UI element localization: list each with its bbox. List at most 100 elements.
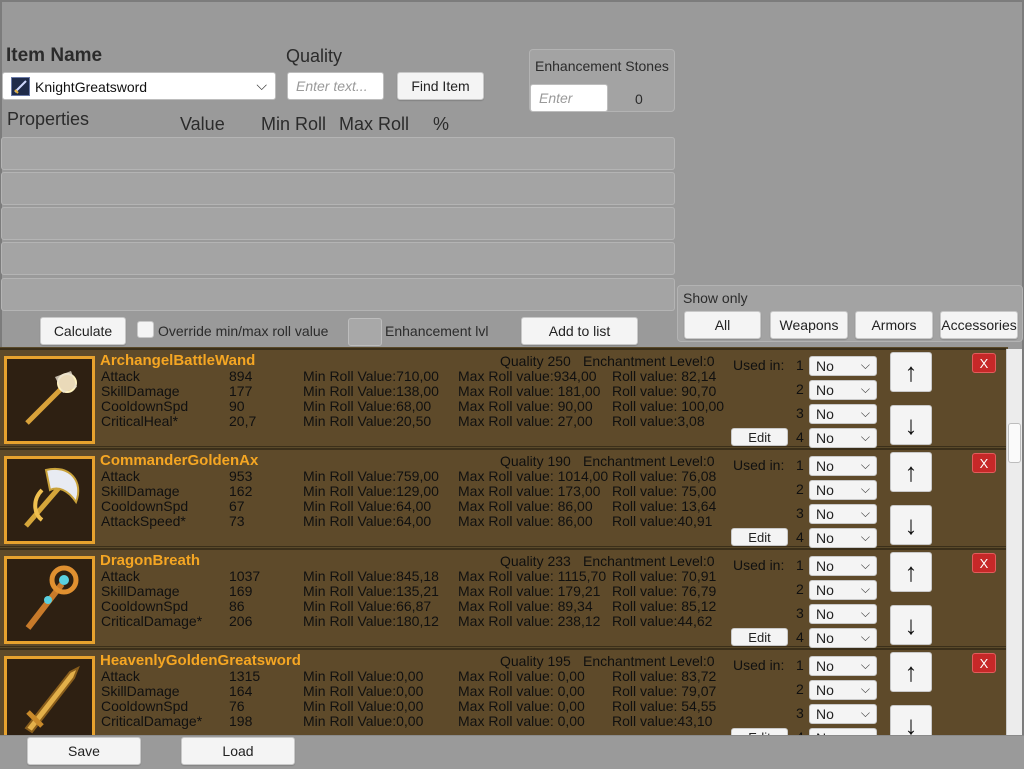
item-enchantment: Enchantment Level:0: [583, 453, 715, 469]
property-row[interactable]: [1, 207, 675, 240]
edit-button[interactable]: Edit: [731, 628, 788, 646]
slot-dropdown-value: No: [816, 606, 834, 622]
used-in-label: Used in:: [733, 557, 785, 573]
move-up-button[interactable]: ↑: [890, 452, 932, 492]
slot-dropdown[interactable]: No⌵: [809, 356, 877, 376]
edit-button[interactable]: Edit: [731, 428, 788, 446]
scrollbar-thumb[interactable]: [1008, 423, 1021, 463]
move-up-button[interactable]: ↑: [890, 652, 932, 692]
move-up-button[interactable]: ↑: [890, 352, 932, 392]
remove-item-button[interactable]: X: [972, 453, 996, 473]
slot-dropdown-value: No: [816, 558, 834, 574]
stat-name: CooldownSpd: [101, 498, 189, 514]
chevron-down-icon: ⌵: [860, 530, 870, 544]
stat-min-roll: Min Roll Value:759,00: [303, 468, 439, 484]
move-down-button[interactable]: ↓: [890, 705, 932, 735]
slot-dropdown[interactable]: No⌵: [809, 604, 877, 624]
property-row[interactable]: [1, 137, 675, 170]
slot-dropdown[interactable]: No⌵: [809, 480, 877, 500]
staff-icon: [12, 560, 88, 641]
slot-dropdown-value: No: [816, 382, 834, 398]
stat-min-roll: Min Roll Value:0,00: [303, 668, 424, 684]
slot-dropdown[interactable]: No⌵: [809, 656, 877, 676]
stat-roll-value: Roll value: 54,55: [612, 698, 717, 714]
item-enchantment: Enchantment Level:0: [583, 653, 715, 669]
move-down-button[interactable]: ↓: [890, 505, 932, 545]
slot-dropdown[interactable]: No⌵: [809, 680, 877, 700]
stat-value: 162: [229, 483, 253, 499]
filter-accessories-button[interactable]: Accessories: [940, 311, 1018, 339]
slot-dropdown[interactable]: No⌵: [809, 628, 877, 648]
filter-armors-button[interactable]: Armors: [855, 311, 933, 339]
stat-value: 169: [229, 583, 253, 599]
slot-dropdown[interactable]: No⌵: [809, 404, 877, 424]
remove-item-button[interactable]: X: [972, 653, 996, 673]
filter-all-button[interactable]: All: [684, 311, 761, 339]
move-up-button[interactable]: ↑: [890, 552, 932, 592]
slot-dropdown[interactable]: No⌵: [809, 504, 877, 524]
slot-dropdown[interactable]: No⌵: [809, 556, 877, 576]
move-down-button[interactable]: ↓: [890, 405, 932, 445]
load-button[interactable]: Load: [181, 737, 295, 765]
edit-button[interactable]: Edit: [731, 728, 788, 735]
item-select[interactable]: KnightGreatsword ⌵: [2, 72, 276, 100]
list-item: HeavenlyGoldenGreatsword Quality 195 Encha…: [0, 648, 1006, 735]
axe-icon: [12, 460, 88, 541]
property-row[interactable]: [1, 278, 675, 311]
add-to-list-button[interactable]: Add to list: [521, 317, 638, 345]
edit-button[interactable]: Edit: [731, 528, 788, 546]
slot-number: 4: [796, 429, 804, 445]
save-button[interactable]: Save: [27, 737, 141, 765]
chevron-down-icon: ⌵: [256, 77, 267, 93]
slot-dropdown[interactable]: No⌵: [809, 704, 877, 724]
stat-min-roll: Min Roll Value:0,00: [303, 683, 424, 699]
enhancement-lvl-input[interactable]: [348, 318, 382, 346]
slot-number: 3: [796, 405, 804, 421]
stat-max-roll: Max Roll value:934,00: [458, 368, 597, 384]
item-select-value: KnightGreatsword: [35, 79, 148, 95]
chevron-down-icon: ⌵: [860, 406, 870, 420]
stat-name: CriticalDamage*: [101, 613, 203, 629]
item-list: ArchangelBattleWand Quality 250 Enchantmen…: [0, 347, 1008, 735]
enhancement-stones-input[interactable]: Enter: [530, 84, 608, 112]
item-name: ArchangelBattleWand: [100, 352, 256, 369]
slot-dropdown[interactable]: No⌵: [809, 380, 877, 400]
item-enchantment: Enchantment Level:0: [583, 553, 715, 569]
enhancement-stones-label: Enhancement Stones: [535, 58, 669, 74]
stat-value: 198: [229, 713, 253, 729]
remove-item-button[interactable]: X: [972, 553, 996, 573]
filter-weapons-button[interactable]: Weapons: [770, 311, 848, 339]
calculate-button[interactable]: Calculate: [40, 317, 126, 345]
override-checkbox[interactable]: [137, 321, 154, 338]
stat-max-roll: Max Roll value: 86,00: [458, 498, 593, 514]
quality-input[interactable]: Enter text...: [287, 72, 384, 100]
stat-name: Attack: [101, 568, 140, 584]
chevron-down-icon: ⌵: [860, 430, 870, 444]
property-row[interactable]: [1, 242, 675, 275]
stat-max-roll: Max Roll value: 179,21: [458, 583, 601, 599]
stat-max-roll: Max Roll value: 27,00: [458, 413, 593, 429]
remove-item-button[interactable]: X: [972, 353, 996, 373]
slot-dropdown[interactable]: No⌵: [809, 528, 877, 548]
item-enchantment: Enchantment Level:0: [583, 353, 715, 369]
max-roll-header: Max Roll: [339, 114, 410, 134]
list-item: DragonBreath Quality 233 Enchantment Level…: [0, 548, 1006, 648]
footer-bar: [0, 735, 1024, 769]
slot-dropdown[interactable]: No⌵: [809, 580, 877, 600]
stat-roll-value: Roll value: 85,12: [612, 598, 717, 614]
stat-value: 164: [229, 683, 253, 699]
list-scrollbar[interactable]: [1006, 349, 1022, 735]
wand-icon: [15, 363, 85, 438]
slot-dropdown[interactable]: No⌵: [809, 728, 877, 735]
property-row[interactable]: [1, 172, 675, 205]
stat-max-roll: Max Roll value: 173,00: [458, 483, 601, 499]
stat-min-roll: Min Roll Value:138,00: [303, 383, 439, 399]
item-name: DragonBreath: [100, 552, 201, 569]
slot-dropdown[interactable]: No⌵: [809, 428, 877, 448]
slot-number: 1: [796, 657, 804, 673]
find-item-button[interactable]: Find Item: [397, 72, 484, 100]
chevron-down-icon: ⌵: [860, 482, 870, 496]
slot-dropdown[interactable]: No⌵: [809, 456, 877, 476]
item-quality: Quality 250: [500, 353, 571, 369]
move-down-button[interactable]: ↓: [890, 605, 932, 645]
